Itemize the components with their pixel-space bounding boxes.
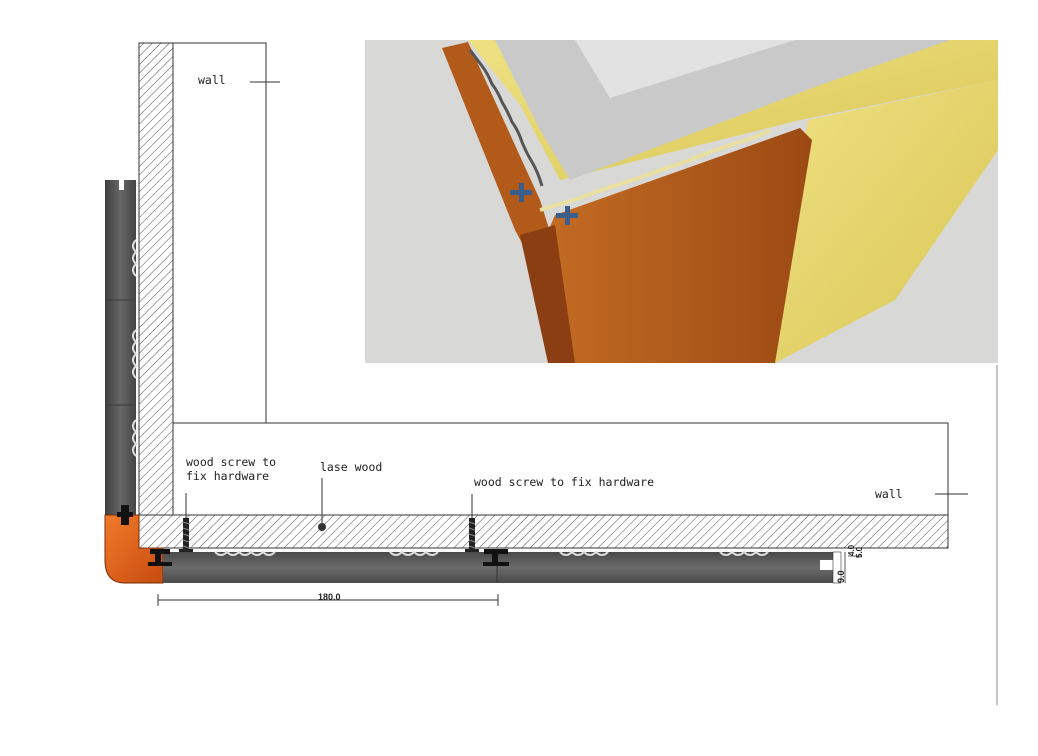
render-inset xyxy=(365,40,998,363)
vertical-panel-body xyxy=(105,180,136,515)
wall-left-body xyxy=(172,42,267,424)
diagram-canvas: wall wall wood screw to fix hardware las… xyxy=(0,0,1038,756)
dim-panel-thickness: 9.0 xyxy=(836,570,846,583)
label-wall-left: wall xyxy=(198,73,226,87)
drawing-svg xyxy=(104,40,998,705)
base-wood-horizontal xyxy=(138,514,949,549)
base-wood-vertical xyxy=(138,42,174,516)
dim-gap-b: 5.0 xyxy=(855,546,864,558)
label-screw-right: wood screw to fix hardware xyxy=(474,475,655,489)
dot-icon xyxy=(318,523,326,531)
vertical-panel xyxy=(105,180,138,515)
label-wall-right: wall xyxy=(875,487,903,501)
label-screw-left-2: fix hardware xyxy=(186,469,270,483)
dim-panel-width: 180.0 xyxy=(318,592,341,602)
label-base-wood: lase wood xyxy=(320,460,383,474)
horizontal-panel xyxy=(163,550,842,584)
wall-bottom-body xyxy=(172,422,949,516)
label-screw-left-1: wood screw to xyxy=(186,455,277,469)
